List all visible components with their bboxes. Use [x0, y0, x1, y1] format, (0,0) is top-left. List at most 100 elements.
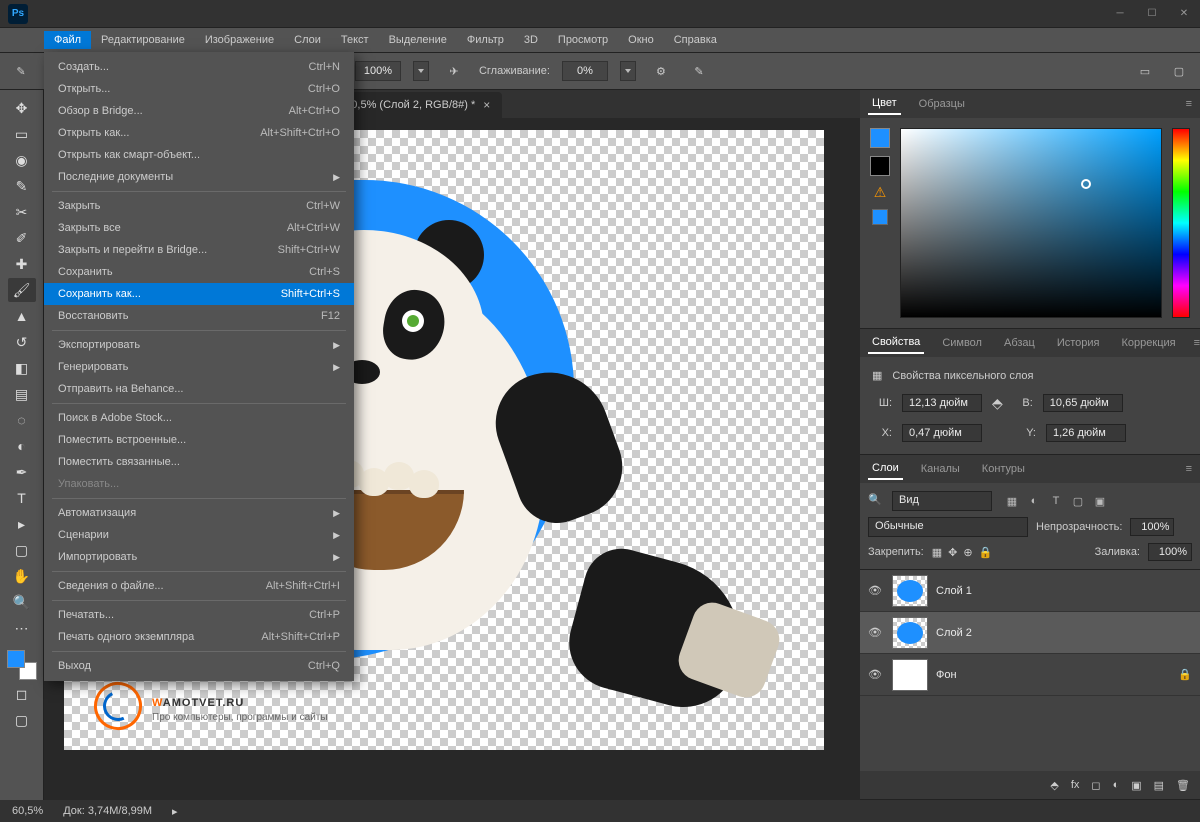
- menu-item[interactable]: Открыть как...Alt+Shift+Ctrl+O: [44, 122, 354, 144]
- close-button[interactable]: ✕: [1168, 3, 1200, 25]
- menu-item[interactable]: Последние документы▶: [44, 166, 354, 188]
- menu-item[interactable]: Экспортировать▶: [44, 334, 354, 356]
- smooth-options-icon[interactable]: ⚙: [648, 58, 674, 84]
- menu-редактирование[interactable]: Редактирование: [91, 31, 195, 49]
- menu-item[interactable]: Открыть...Ctrl+O: [44, 78, 354, 100]
- panel-tab[interactable]: Свойства: [868, 332, 924, 354]
- lock-all-icon[interactable]: 🔒: [979, 546, 993, 559]
- menu-справка[interactable]: Справка: [664, 31, 727, 49]
- menu-item[interactable]: Печатать...Ctrl+P: [44, 604, 354, 626]
- tab-close-icon[interactable]: ×: [483, 98, 490, 112]
- panel-tab[interactable]: Цвет: [868, 93, 901, 115]
- menu-изображение[interactable]: Изображение: [195, 31, 284, 49]
- history-brush-tool[interactable]: ↺: [8, 330, 36, 354]
- menu-файл[interactable]: Файл: [44, 31, 91, 49]
- shape-tool[interactable]: ▢: [8, 538, 36, 562]
- filter-adjust-icon[interactable]: ◐: [1026, 493, 1042, 509]
- layer-opacity-input[interactable]: 100%: [1130, 518, 1174, 536]
- menu-просмотр[interactable]: Просмотр: [548, 31, 618, 49]
- menu-item[interactable]: ВосстановитьF12: [44, 305, 354, 327]
- menu-слои[interactable]: Слои: [284, 31, 331, 49]
- link-layers-icon[interactable]: ⬘: [1050, 779, 1058, 792]
- link-icon[interactable]: ⬘: [992, 395, 1003, 412]
- lock-icon[interactable]: 🔒: [1178, 668, 1192, 681]
- menu-item[interactable]: Сохранить как...Shift+Ctrl+S: [44, 283, 354, 305]
- brush-tool[interactable]: 🖌: [8, 278, 36, 302]
- visibility-icon[interactable]: 👁: [868, 584, 884, 597]
- minimize-button[interactable]: ─: [1104, 3, 1136, 25]
- dodge-tool[interactable]: ◐: [8, 434, 36, 458]
- menu-item[interactable]: Закрыть и перейти в Bridge...Shift+Ctrl+…: [44, 239, 354, 261]
- panel-tab[interactable]: История: [1053, 333, 1104, 353]
- x-input[interactable]: 0,47 дюйм: [902, 424, 982, 442]
- flow-input[interactable]: 100%: [355, 61, 401, 81]
- lasso-tool[interactable]: ◉: [8, 148, 36, 172]
- fx-icon[interactable]: fx: [1071, 779, 1080, 791]
- menu-фильтр[interactable]: Фильтр: [457, 31, 514, 49]
- layer-thumbnail[interactable]: [892, 575, 928, 607]
- delete-icon[interactable]: 🗑: [1176, 779, 1190, 792]
- y-input[interactable]: 1,26 дюйм: [1046, 424, 1126, 442]
- layer-name[interactable]: Слой 2: [936, 627, 972, 639]
- panel-tab[interactable]: Символ: [938, 333, 986, 353]
- layer-name[interactable]: Фон: [936, 669, 957, 681]
- menu-item[interactable]: Обзор в Bridge...Alt+Ctrl+O: [44, 100, 354, 122]
- edit-toolbar[interactable]: ⋯: [8, 616, 36, 640]
- menu-item[interactable]: Открыть как смарт-объект...: [44, 144, 354, 166]
- move-tool[interactable]: ✥: [8, 96, 36, 120]
- color-field[interactable]: [900, 128, 1162, 318]
- lock-pixels-icon[interactable]: ▦: [932, 546, 942, 559]
- gradient-tool[interactable]: ▤: [8, 382, 36, 406]
- filter-icon[interactable]: 🔍: [868, 493, 884, 509]
- panel-tab[interactable]: Коррекция: [1118, 333, 1180, 353]
- lock-position-icon[interactable]: ✥: [948, 546, 957, 559]
- color-swatches[interactable]: [7, 650, 37, 680]
- menu-item[interactable]: Сценарии▶: [44, 524, 354, 546]
- flow-dropdown[interactable]: [413, 61, 429, 81]
- height-input[interactable]: 10,65 дюйм: [1043, 394, 1123, 412]
- menu-item[interactable]: Создать...Ctrl+N: [44, 56, 354, 78]
- quick-select-tool[interactable]: ✎: [8, 174, 36, 198]
- panel-tab[interactable]: Слои: [868, 458, 903, 480]
- closest-color-swatch[interactable]: [872, 209, 888, 225]
- fg-color-swatch[interactable]: [870, 128, 890, 148]
- menu-item[interactable]: Поместить связанные...: [44, 451, 354, 473]
- menu-item[interactable]: Импортировать▶: [44, 546, 354, 568]
- lock-artboard-icon[interactable]: ⊕: [963, 546, 972, 559]
- pen-tool[interactable]: ✒: [8, 460, 36, 484]
- panel-menu-icon[interactable]: ≡: [1194, 337, 1200, 349]
- layer-row[interactable]: 👁Слой 2: [860, 612, 1200, 654]
- filter-smart-icon[interactable]: ▣: [1092, 493, 1108, 509]
- crop-tool[interactable]: ✂: [8, 200, 36, 224]
- menu-item[interactable]: Поиск в Adobe Stock...: [44, 407, 354, 429]
- panel-tab[interactable]: Абзац: [1000, 333, 1039, 353]
- panel-menu-icon[interactable]: ≡: [1186, 98, 1192, 110]
- filter-shape-icon[interactable]: ▢: [1070, 493, 1086, 509]
- status-chevron-icon[interactable]: ▸: [172, 805, 178, 818]
- stamp-tool[interactable]: ▲: [8, 304, 36, 328]
- menu-item[interactable]: ВыходCtrl+Q: [44, 655, 354, 677]
- pressure-size-icon[interactable]: ✎: [686, 58, 712, 84]
- layer-thumbnail[interactable]: [892, 659, 928, 691]
- bg-color-swatch[interactable]: [870, 156, 890, 176]
- eyedropper-tool[interactable]: ✐: [8, 226, 36, 250]
- menu-item[interactable]: Печать одного экземпляраAlt+Shift+Ctrl+P: [44, 626, 354, 648]
- blend-mode-select[interactable]: Обычные: [868, 517, 1028, 537]
- layer-name[interactable]: Слой 1: [936, 585, 972, 597]
- menu-выделение[interactable]: Выделение: [379, 31, 457, 49]
- blur-tool[interactable]: ◌: [8, 408, 36, 432]
- type-tool[interactable]: T: [8, 486, 36, 510]
- menu-item[interactable]: Поместить встроенные...: [44, 429, 354, 451]
- smooth-dropdown[interactable]: [620, 61, 636, 81]
- panel-tab[interactable]: Образцы: [915, 94, 969, 114]
- visibility-icon[interactable]: 👁: [868, 668, 884, 681]
- zoom-tool[interactable]: 🔍: [8, 590, 36, 614]
- menu-item[interactable]: Отправить на Behance...: [44, 378, 354, 400]
- panel-menu-icon[interactable]: ≡: [1186, 463, 1192, 475]
- heal-tool[interactable]: ✚: [8, 252, 36, 276]
- quickmask-toggle[interactable]: ◻: [8, 682, 36, 706]
- screenmode-icon[interactable]: ▢: [1166, 58, 1192, 84]
- panel-tab[interactable]: Контуры: [978, 459, 1029, 479]
- mask-icon[interactable]: ◻: [1091, 779, 1100, 792]
- smooth-input[interactable]: 0%: [562, 61, 608, 81]
